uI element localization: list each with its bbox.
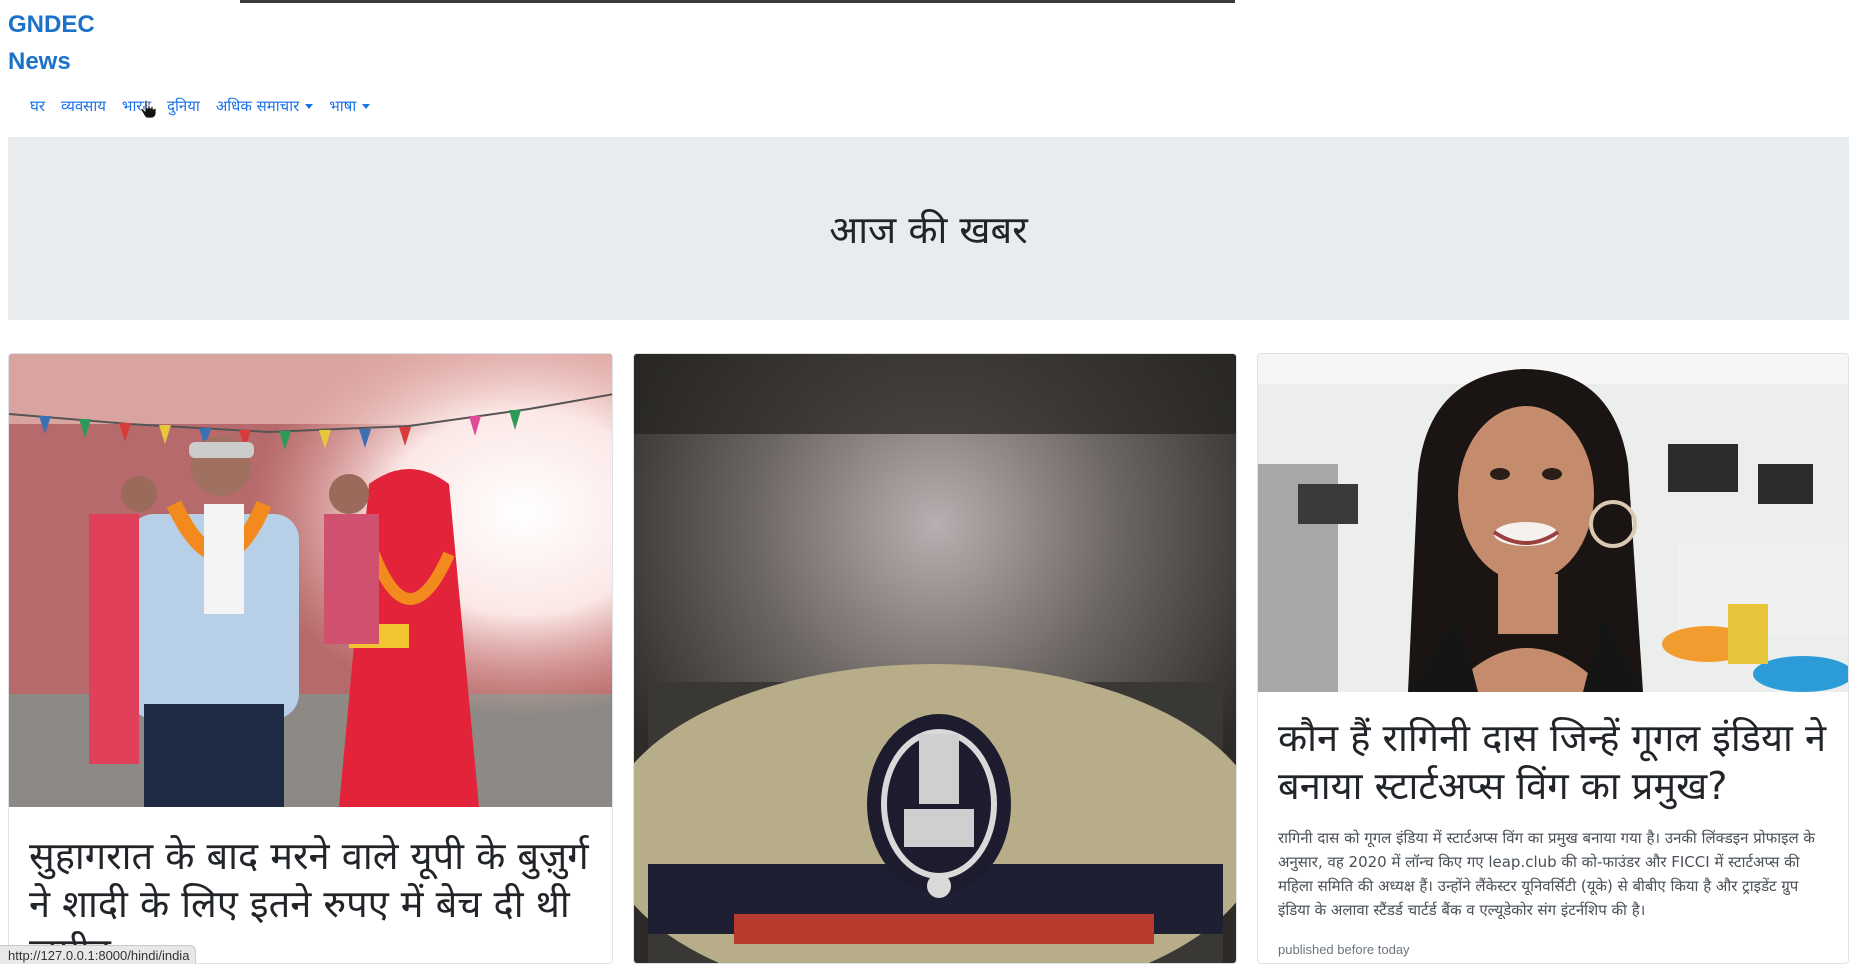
caret-down-icon — [362, 104, 371, 109]
news-card-image[interactable] — [634, 354, 1236, 963]
woman-office-portrait-photo — [1258, 354, 1848, 692]
nav-more-news-label: अधिक समाचार — [215, 97, 300, 115]
page-heading: आज की खबर — [829, 207, 1028, 252]
news-card[interactable] — [633, 353, 1237, 964]
status-bar-url: http://127.0.0.1:8000/hindi/india — [0, 945, 197, 964]
caret-down-icon — [305, 104, 314, 109]
news-card[interactable]: सुहागरात के बाद मरने वाले यूपी के बुज़ुर… — [8, 353, 613, 964]
wedding-couple-photo — [9, 354, 612, 807]
main-nav: घर व्यवसाय भारत दुनिया अधिक समाचार भाषा — [22, 96, 378, 116]
jumbotron: आज की खबर — [8, 137, 1849, 320]
news-card[interactable]: कौन हैं रागिनी दास जिन्हें गूगल इंडिया न… — [1257, 353, 1849, 964]
news-card-title[interactable]: कौन हैं रागिनी दास जिन्हें गूगल इंडिया न… — [1278, 714, 1828, 810]
news-card-published: published before today — [1278, 942, 1410, 957]
hand-cursor-icon — [140, 100, 156, 118]
nav-home[interactable]: घर — [30, 96, 45, 116]
nav-language-label: भाषा — [329, 97, 357, 115]
nav-more-news-dropdown[interactable]: अधिक समाचार — [215, 96, 314, 116]
brand-logo[interactable]: GNDEC News — [8, 6, 95, 80]
news-card-image[interactable] — [9, 354, 612, 807]
news-card-description: रागिनी दास को गूगल इंडिया में स्टार्टअप्… — [1278, 829, 1815, 919]
top-scrollbar[interactable] — [0, 0, 1849, 3]
nav-world[interactable]: दुनिया — [167, 96, 200, 116]
news-card-image[interactable] — [1258, 354, 1848, 692]
nav-language-dropdown[interactable]: भाषा — [329, 96, 371, 116]
police-cap-photo — [634, 354, 1236, 963]
scrollbar-thumb[interactable] — [240, 0, 1235, 3]
nav-business[interactable]: व्यवसाय — [61, 96, 106, 116]
